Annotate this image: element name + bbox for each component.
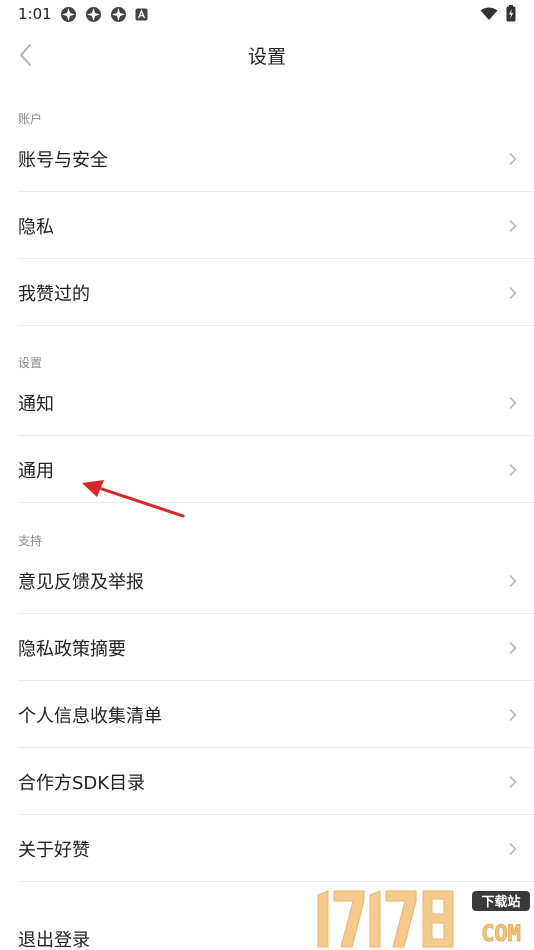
status-time: 1:01	[18, 5, 52, 23]
chevron-right-icon	[509, 708, 517, 721]
chevron-right-icon	[509, 396, 517, 409]
menu-item-label: 隐私政策摘要	[18, 638, 126, 660]
header: 设置	[0, 30, 534, 80]
menu-item-label: 通知	[18, 393, 54, 415]
menu-item-feedback[interactable]: 意见反馈及举报	[18, 548, 534, 614]
chevron-right-icon	[509, 286, 517, 299]
chevron-right-icon	[509, 641, 517, 654]
page-title: 设置	[247, 46, 286, 68]
menu-item-about[interactable]: 关于好赞	[18, 816, 534, 882]
chevron-right-icon	[509, 842, 517, 855]
svg-text:COM: COM	[481, 922, 521, 947]
a-badge-icon	[135, 8, 148, 21]
menu-item-notifications[interactable]: 通知	[18, 370, 534, 436]
section-label-support: 支持	[18, 534, 43, 548]
settings-screen: 1:01 设置 账户 账号与安全 隐私 我赞过的 设置 通知 通用 支持 意见反…	[0, 0, 534, 950]
logout-label: 退出登录	[18, 930, 90, 950]
menu-item-privacy-policy-summary[interactable]: 隐私政策摘要	[18, 615, 534, 681]
menu-item-label: 意见反馈及举报	[18, 571, 144, 593]
section-label-account: 账户	[18, 112, 43, 126]
site-watermark-logo: 下载站 COM	[317, 890, 530, 948]
chevron-right-icon	[509, 463, 517, 476]
menu-item-general[interactable]: 通用	[18, 437, 534, 503]
svg-text:下载站: 下载站	[481, 894, 520, 910]
battery-icon	[506, 5, 516, 22]
menu-item-label: 通用	[18, 460, 54, 482]
wifi-icon	[480, 7, 498, 20]
chevron-right-icon	[509, 574, 517, 587]
app-notification-icon	[61, 7, 76, 22]
menu-item-label: 账号与安全	[18, 149, 108, 171]
menu-item-personal-info-list[interactable]: 个人信息收集清单	[18, 682, 534, 748]
status-system-icons	[480, 5, 516, 22]
menu-item-label: 关于好赞	[18, 839, 90, 861]
chevron-right-icon	[509, 219, 517, 232]
menu-item-label: 合作方SDK目录	[18, 772, 146, 794]
app-notification-icon	[86, 7, 101, 22]
menu-item-label: 个人信息收集清单	[18, 705, 162, 727]
chevron-right-icon	[509, 775, 517, 788]
menu-item-privacy[interactable]: 隐私	[18, 193, 534, 259]
menu-item-liked[interactable]: 我赞过的	[18, 260, 534, 326]
section-label-settings: 设置	[18, 356, 43, 370]
menu-item-account-security[interactable]: 账号与安全	[18, 126, 534, 192]
status-bar: 1:01	[0, 0, 534, 30]
menu-item-partner-sdk[interactable]: 合作方SDK目录	[18, 749, 534, 815]
app-notification-icon	[111, 7, 126, 22]
chevron-right-icon	[509, 152, 517, 165]
menu-item-label: 我赞过的	[18, 283, 90, 305]
status-notification-icons	[60, 6, 148, 23]
menu-item-label: 隐私	[18, 216, 54, 238]
